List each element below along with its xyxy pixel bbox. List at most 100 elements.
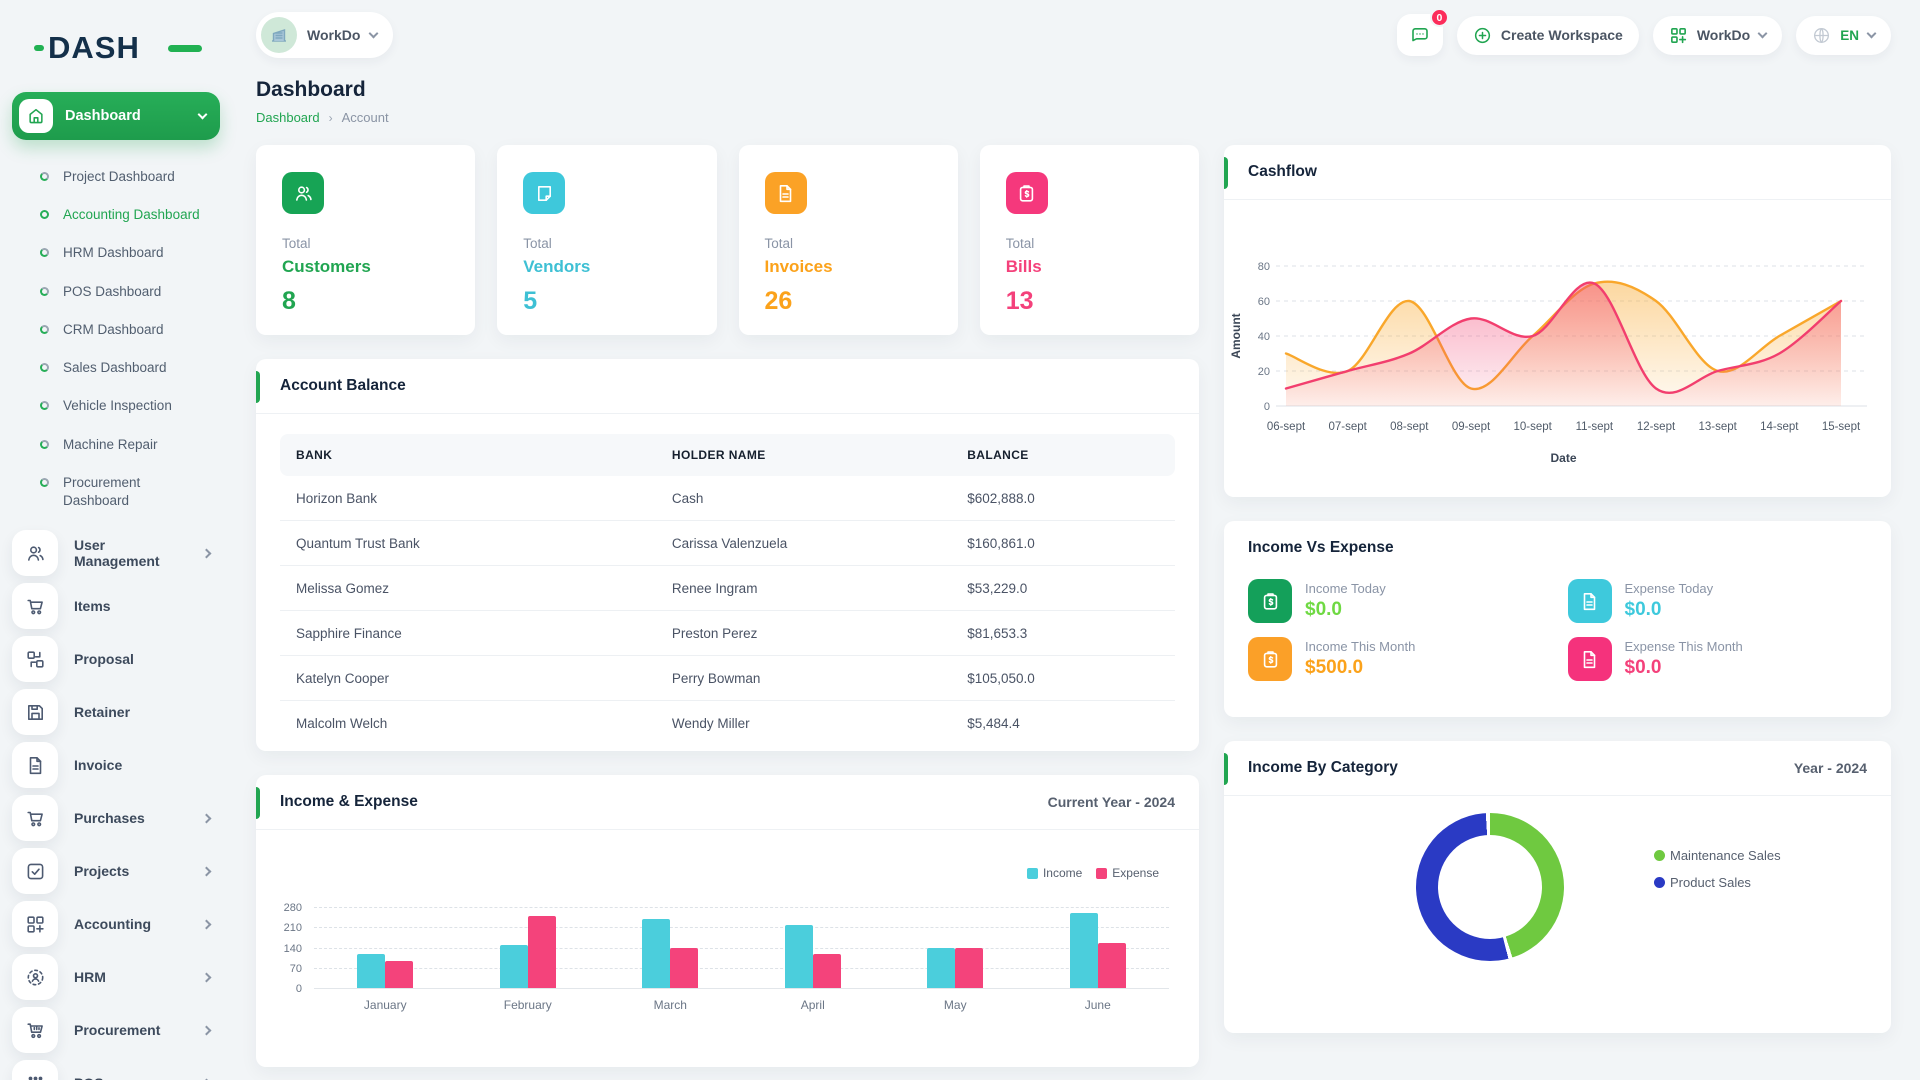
language-label: EN [1840,28,1859,43]
sidebar-item-user-management[interactable]: User Management [12,530,220,576]
sidebar-item-projects[interactable]: Projects [12,848,220,894]
page-head: Dashboard Dashboard › Account [256,78,1891,125]
sidebar-item-label: Dashboard [65,108,187,124]
sidebar-item-label: POS [74,1075,187,1080]
cashflow-area-chart: 0 20 40 60 80 06-sept07-sept08-sept09-se… [1224,200,1891,496]
bank-cell: Quantum Trust Bank [280,521,656,566]
sidebar-item-items[interactable]: Items [12,583,220,629]
bar-group-march: March [642,907,698,988]
sidebar-item-pos[interactable]: POS [12,1060,220,1080]
sidebar-subitem-project-dashboard[interactable]: Project Dashboard [12,158,220,196]
home-icon [19,99,53,133]
tile-label: Income Today [1305,579,1386,596]
sidebar-subitem-vehicle-inspection[interactable]: Vehicle Inspection [12,387,220,425]
chart-period-label: Current Year - 2024 [1048,794,1175,810]
legend-item-expense[interactable]: Expense [1096,866,1159,880]
sidebar-subitem-label: Procurement Dashboard [63,474,201,510]
svg-text:20: 20 [1258,366,1270,378]
topbar: WorkDo 0 Create Workspace WorkDo [256,0,1891,62]
sidebar-subitem-label: Vehicle Inspection [63,397,172,415]
legend-item-product-sales[interactable]: Product Sales [1654,875,1781,890]
create-workspace-button[interactable]: Create Workspace [1457,16,1639,55]
sidebar-subitem-pos-dashboard[interactable]: POS Dashboard [12,273,220,311]
bar-group-february: February [500,907,556,988]
file-icon [1568,579,1612,623]
balance-cell: $105,050.0 [951,656,1175,701]
legend-label: Income [1043,866,1082,880]
balance-cell: $160,861.0 [951,521,1175,566]
holder-name-cell: Preston Perez [656,611,951,656]
sidebar-item-invoice[interactable]: Invoice [12,742,220,788]
sidebar-item-hrm[interactable]: HRM [12,954,220,1000]
table-row: Melissa GomezRenee Ingram$53,229.0 [280,566,1175,611]
workspace-selector[interactable]: WorkDo [256,12,393,58]
column-bank: BANK [280,434,656,476]
table-header-row: BANK HOLDER NAME BALANCE [280,434,1175,476]
y-tick-label: 140 [284,943,302,955]
y-tick-label: 280 [284,902,302,914]
income-expense-chart-card: Income & Expense Current Year - 2024 Inc… [256,775,1199,1067]
month-label: March [654,998,687,1012]
sidebar-subitem-accounting-dashboard[interactable]: Accounting Dashboard [12,196,220,234]
tile-label: Expense Today [1625,579,1714,596]
legend-item-maintenance-sales[interactable]: Maintenance Sales [1654,848,1781,863]
balance-cell: $81,653.3 [951,611,1175,656]
bar-group-may: May [927,907,983,988]
expense-bar [528,916,556,988]
workspace-name: WorkDo [307,27,360,43]
svg-text:60: 60 [1258,296,1270,308]
sidebar-subitem-machine-repair[interactable]: Machine Repair [12,426,220,464]
sidebar-item-retainer[interactable]: Retainer [12,689,220,735]
bar-groups: JanuaryFebruaryMarchAprilMayJune [314,907,1169,988]
tile-expense-today: Expense Today $0.0 [1568,579,1868,623]
tile-income-this-month: Income This Month $500.0 [1248,637,1548,681]
bullet-icon [40,248,49,257]
income-expense-header: Income & Expense Current Year - 2024 [256,775,1199,830]
sidebar-item-label: Items [74,598,220,614]
sidebar-subitem-crm-dashboard[interactable]: CRM Dashboard [12,311,220,349]
language-selector[interactable]: EN [1796,16,1891,55]
svg-text:06-sept: 06-sept [1267,421,1306,433]
donut-ring [1416,813,1564,961]
bullet-icon [40,172,49,181]
dashboard-submenu: Project Dashboard Accounting Dashboard H… [12,158,220,520]
sidebar-subitem-label: Project Dashboard [63,168,175,186]
messages-button[interactable]: 0 [1397,14,1443,56]
notification-badge: 0 [1430,8,1449,27]
chevron-right-icon [202,972,212,982]
sidebar-subitem-hrm-dashboard[interactable]: HRM Dashboard [12,234,220,272]
file-icon [765,172,807,214]
sidebar-subitem-sales-dashboard[interactable]: Sales Dashboard [12,349,220,387]
income-bar [642,919,670,988]
cart-icon [12,795,58,841]
chevron-right-icon [202,866,212,876]
stat-label: Vendors [523,257,690,277]
svg-text:40: 40 [1258,331,1270,343]
account-balance-card: Account Balance BANK HOLDER NAME BALANCE [256,359,1199,751]
sidebar-item-purchases[interactable]: Purchases [12,795,220,841]
sidebar-item-label: Procurement [74,1022,187,1038]
svg-text:13-sept: 13-sept [1698,421,1737,433]
sidebar-item-proposal[interactable]: Proposal [12,636,220,682]
sidebar-item-accounting[interactable]: Accounting [12,901,220,947]
org-icon [12,954,58,1000]
workdo-menu-button[interactable]: WorkDo [1653,16,1782,55]
stat-card-bills: Total Bills 13 [980,145,1199,335]
save-icon [12,689,58,735]
sidebar-subitem-procurement-dashboard[interactable]: Procurement Dashboard [12,464,220,520]
sidebar-item-dashboard[interactable]: Dashboard [12,92,220,140]
table-row: Horizon BankCash$602,888.0 [280,476,1175,521]
expense-bar [670,948,698,988]
sidebar-item-procurement[interactable]: Procurement [12,1007,220,1053]
account-balance-header: Account Balance [256,359,1199,414]
tile-income-today: Income Today $0.0 [1248,579,1548,623]
chevron-right-icon [202,548,212,558]
brand-logo[interactable]: DASH [48,30,178,66]
topbar-actions: 0 Create Workspace WorkDo EN [1397,14,1891,56]
create-workspace-label: Create Workspace [1501,27,1623,43]
expense-bar [385,961,413,988]
legend-swatch [1027,868,1038,879]
breadcrumb-root-link[interactable]: Dashboard [256,110,320,125]
month-label: April [801,998,825,1012]
legend-item-income[interactable]: Income [1027,866,1082,880]
